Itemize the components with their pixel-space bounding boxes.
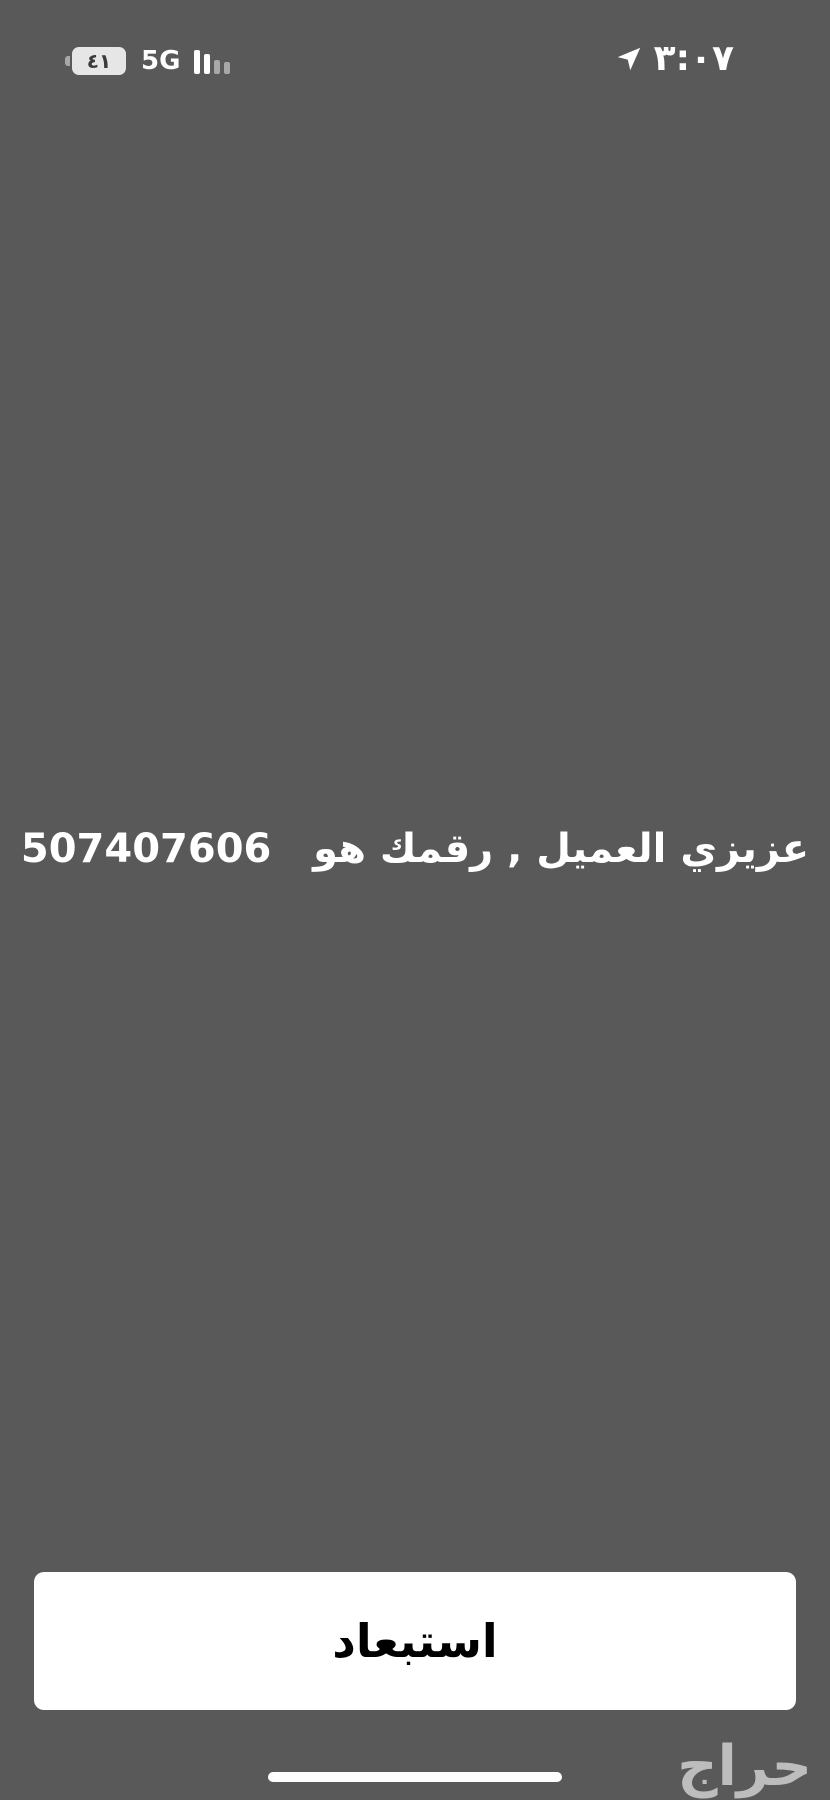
home-indicator[interactable] [268,1772,562,1782]
dismiss-button[interactable]: استبعاد [34,1572,796,1710]
dismiss-button-label: استبعاد [332,1614,498,1668]
battery-level: ٤١ [86,49,112,73]
customer-number: 507407606 [20,826,272,872]
signal-bar [214,60,221,74]
status-time: ٣:٠٧ [653,38,734,79]
battery-tip [65,56,70,66]
status-time-group: ٣:٠٧ [614,38,734,79]
haraj-watermark: حراج [677,1734,812,1799]
message-prefix: عزيزي العميل , رقمك هو [313,826,810,872]
status-bar: ٣:٠٧ ٤١ 5G [0,0,830,120]
cellular-signal-icon [194,48,234,74]
network-type: 5G [141,46,181,76]
signal-bar [194,50,201,74]
signal-bar [224,62,231,74]
battery-icon: ٤١ [65,47,126,75]
signal-bar [204,54,211,74]
customer-number-message: عزيزي العميل , رقمك هو 507407606 [20,826,810,872]
location-arrow-icon [617,47,640,70]
status-indicators: ٤١ 5G [65,46,234,76]
